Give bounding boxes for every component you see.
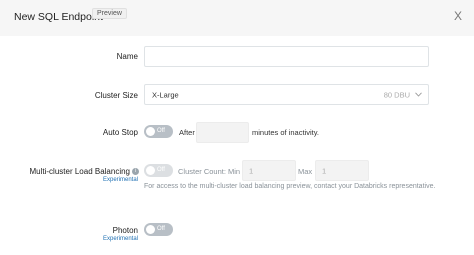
- close-icon[interactable]: X: [454, 9, 462, 23]
- toggle-off-label: Off: [157, 225, 165, 232]
- name-input[interactable]: [144, 46, 429, 67]
- max-value: 1: [322, 166, 327, 175]
- info-icon: i: [132, 168, 139, 175]
- cluster-count-min-label: Cluster Count: Min: [178, 167, 241, 176]
- cluster-size-value: X-Large: [152, 90, 179, 99]
- cluster-size-label: Cluster Size: [94, 91, 138, 100]
- auto-stop-minutes-input[interactable]: [196, 122, 249, 143]
- cluster-size-select[interactable]: X-Large 80 DBU: [144, 84, 429, 105]
- cluster-count-min-input[interactable]: 1: [242, 160, 296, 181]
- toggle-knob: [146, 127, 155, 136]
- toggle-off-label: Off: [157, 166, 165, 173]
- load-balancing-toggle[interactable]: Off: [144, 164, 173, 177]
- cluster-count-max-input[interactable]: 1: [315, 160, 369, 181]
- auto-stop-toggle[interactable]: Off: [144, 125, 173, 138]
- load-balancing-label: Multi-cluster Load Balancing: [29, 167, 131, 176]
- load-balancing-experimental: Experimental: [102, 177, 138, 183]
- photon-label: Photon: [112, 226, 138, 235]
- inactivity-label: minutes of inactivity.: [252, 128, 319, 137]
- chevron-down-icon: [415, 92, 422, 97]
- photon-toggle[interactable]: Off: [144, 223, 173, 236]
- min-value: 1: [249, 166, 254, 175]
- cluster-count-max-label: Max: [298, 167, 313, 176]
- toggle-off-label: Off: [157, 127, 165, 134]
- dbu-value: 80 DBU: [383, 90, 410, 99]
- toggle-knob: [146, 166, 155, 175]
- name-label: Name: [116, 52, 138, 61]
- dialog-title: New SQL Endpoint: [14, 11, 103, 23]
- preview-badge: Preview: [92, 8, 127, 19]
- dialog-header: New SQL Endpoint Preview X: [0, 0, 474, 36]
- photon-experimental: Experimental: [102, 236, 138, 242]
- after-label: After: [179, 128, 195, 137]
- toggle-knob: [146, 225, 155, 234]
- auto-stop-label: Auto Stop: [102, 128, 138, 137]
- load-balancing-help-text: For access to the multi-cluster load bal…: [144, 183, 436, 190]
